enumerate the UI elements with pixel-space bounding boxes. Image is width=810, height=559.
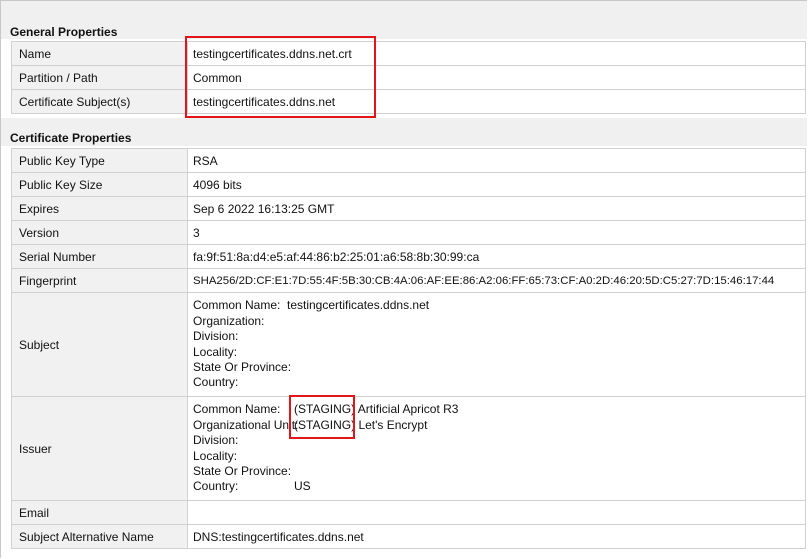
field-key: Division: <box>193 329 239 344</box>
issuer-organizational-unit: Organizational Unit:(STAGING) Let's Encr… <box>193 418 805 433</box>
field-key: Locality: <box>193 448 238 463</box>
field-key: Division: <box>193 433 239 448</box>
subject-organization: Organization: <box>193 314 805 329</box>
subject-alternative-name-label: Subject Alternative Name <box>11 524 188 549</box>
table-row: Public Key Type RSA <box>11 148 806 173</box>
fingerprint-label: Fingerprint <box>11 268 188 293</box>
subject-locality: Locality: <box>193 345 805 360</box>
name-label: Name <box>11 41 188 66</box>
issuer-country: Country: US <box>193 479 805 494</box>
certificate-properties-table: Public Key Type RSA Public Key Size 4096… <box>11 148 806 549</box>
table-row: Partition / Path Common <box>11 65 806 90</box>
subject-state: State Or Province: <box>193 360 805 375</box>
general-section-header <box>1 1 807 39</box>
issuer-label: Issuer <box>11 396 188 501</box>
subject-common-name: Common Name: testingcertificates.ddns.net <box>193 298 805 313</box>
subject-country: Country: <box>193 375 805 390</box>
subject-division: Division: <box>193 329 805 344</box>
certificate-subjects-value: testingcertificates.ddns.net <box>187 89 806 114</box>
table-row: Serial Number fa:9f:51:8a:d4:e5:af:44:86… <box>11 244 806 269</box>
field-key: State Or Province: <box>193 359 292 374</box>
issuer-division: Division: <box>193 433 805 448</box>
table-row: Email <box>11 500 806 525</box>
table-row: Issuer Common Name: (STAGING) Artificial … <box>11 396 806 501</box>
name-value: testingcertificates.ddns.net.crt <box>187 41 806 66</box>
general-properties-table: Name testingcertificates.ddns.net.crt Pa… <box>11 41 806 114</box>
table-row: Expires Sep 6 2022 16:13:25 GMT <box>11 196 806 221</box>
fingerprint-value: SHA256/2D:CF:E1:7D:55:4F:5B:30:CB:4A:06:… <box>187 268 806 293</box>
serial-number-value: fa:9f:51:8a:d4:e5:af:44:86:b2:25:01:a6:5… <box>187 244 806 269</box>
certificate-properties-title: Certificate Properties <box>10 131 132 145</box>
serial-number-label: Serial Number <box>11 244 188 269</box>
properties-panel: General Properties Name testingcertifica… <box>0 0 807 558</box>
general-properties-title: General Properties <box>10 25 118 39</box>
public-key-type-value: RSA <box>187 148 806 173</box>
expires-label: Expires <box>11 196 188 221</box>
public-key-type-label: Public Key Type <box>11 148 188 173</box>
version-value: 3 <box>187 220 806 245</box>
subject-label: Subject <box>11 292 188 397</box>
table-row: Subject Common Name: testingcertificates.… <box>11 292 806 397</box>
issuer-state: State Or Province: <box>193 464 805 479</box>
field-key: Locality: <box>193 344 238 359</box>
subject-value: Common Name: testingcertificates.ddns.net… <box>187 292 806 397</box>
partition-path-value: Common <box>187 65 806 90</box>
field-key: Country: <box>193 375 239 390</box>
email-value <box>187 500 806 525</box>
certificate-subjects-label: Certificate Subject(s) <box>11 89 188 114</box>
table-row: Version 3 <box>11 220 806 245</box>
field-value: (STAGING) Let's Encrypt <box>294 417 428 432</box>
field-value: US <box>294 479 311 494</box>
table-row: Certificate Subject(s) testingcertificat… <box>11 89 806 114</box>
issuer-value: Common Name: (STAGING) Artificial Apricot… <box>187 396 806 501</box>
table-row: Public Key Size 4096 bits <box>11 172 806 197</box>
field-key: Organization: <box>193 313 265 328</box>
partition-path-label: Partition / Path <box>11 65 188 90</box>
issuer-locality: Locality: <box>193 449 805 464</box>
table-row: Subject Alternative Name DNS:testingcert… <box>11 524 806 549</box>
field-key: Common Name: <box>193 298 281 313</box>
version-label: Version <box>11 220 188 245</box>
field-value: (STAGING) Artificial Apricot R3 <box>294 402 459 417</box>
table-row: Fingerprint SHA256/2D:CF:E1:7D:55:4F:5B:… <box>11 268 806 293</box>
field-key: Common Name: <box>193 402 281 417</box>
subject-alternative-name-value: DNS:testingcertificates.ddns.net <box>187 524 806 549</box>
expires-value: Sep 6 2022 16:13:25 GMT <box>187 196 806 221</box>
field-key: Organizational Unit: <box>193 417 299 432</box>
issuer-common-name: Common Name: (STAGING) Artificial Apricot… <box>193 402 805 417</box>
table-row: Name testingcertificates.ddns.net.crt <box>11 41 806 66</box>
field-value: testingcertificates.ddns.net <box>287 298 430 313</box>
public-key-size-value: 4096 bits <box>187 172 806 197</box>
field-key: Country: <box>193 479 239 494</box>
field-key: State Or Province: <box>193 463 292 478</box>
email-label: Email <box>11 500 188 525</box>
public-key-size-label: Public Key Size <box>11 172 188 197</box>
